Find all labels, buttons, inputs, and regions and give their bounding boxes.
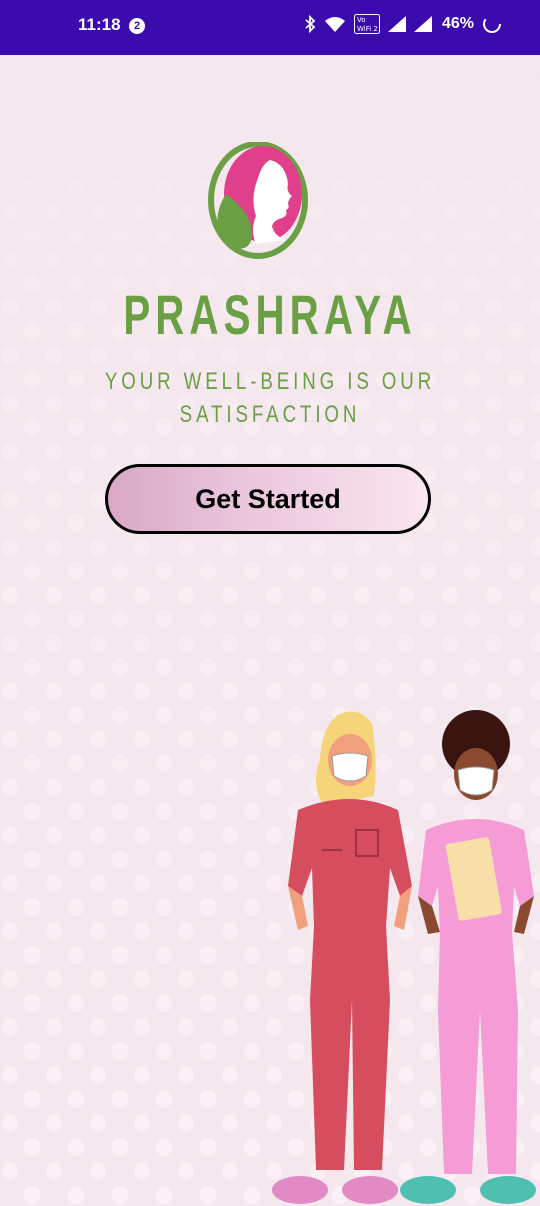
- get-started-button[interactable]: Get Started: [105, 464, 431, 534]
- battery-percent: 46%: [441, 15, 474, 32]
- status-icons: Vo WiFi 2 46%: [304, 14, 502, 34]
- bluetooth-icon: [305, 15, 316, 33]
- status-bar: 11:18 2 Vo WiFi 2 46%: [0, 0, 540, 55]
- app-name: PRASHRAYA: [123, 283, 417, 346]
- tagline-line-1: YOUR WELL-BEING IS OUR: [104, 368, 436, 395]
- vowifi-icon: VoWiFi 2: [353, 14, 380, 34]
- battery-icon: [483, 15, 501, 33]
- signal-icon-2: [413, 16, 432, 32]
- svg-text:Vo: Vo: [357, 16, 366, 24]
- tagline: YOUR WELL-BEING IS OUR SATISFACTION: [59, 365, 480, 431]
- nurses-illustration: [272, 710, 536, 1204]
- app-logo: [208, 142, 308, 259]
- svg-text:WiFi 2: WiFi 2: [357, 25, 378, 33]
- tagline-line-2: SATISFACTION: [179, 401, 361, 428]
- status-time: 11:18: [78, 15, 121, 34]
- signal-icon-1: [387, 16, 406, 32]
- notification-badge: 2: [129, 18, 145, 34]
- wifi-icon: [324, 17, 345, 32]
